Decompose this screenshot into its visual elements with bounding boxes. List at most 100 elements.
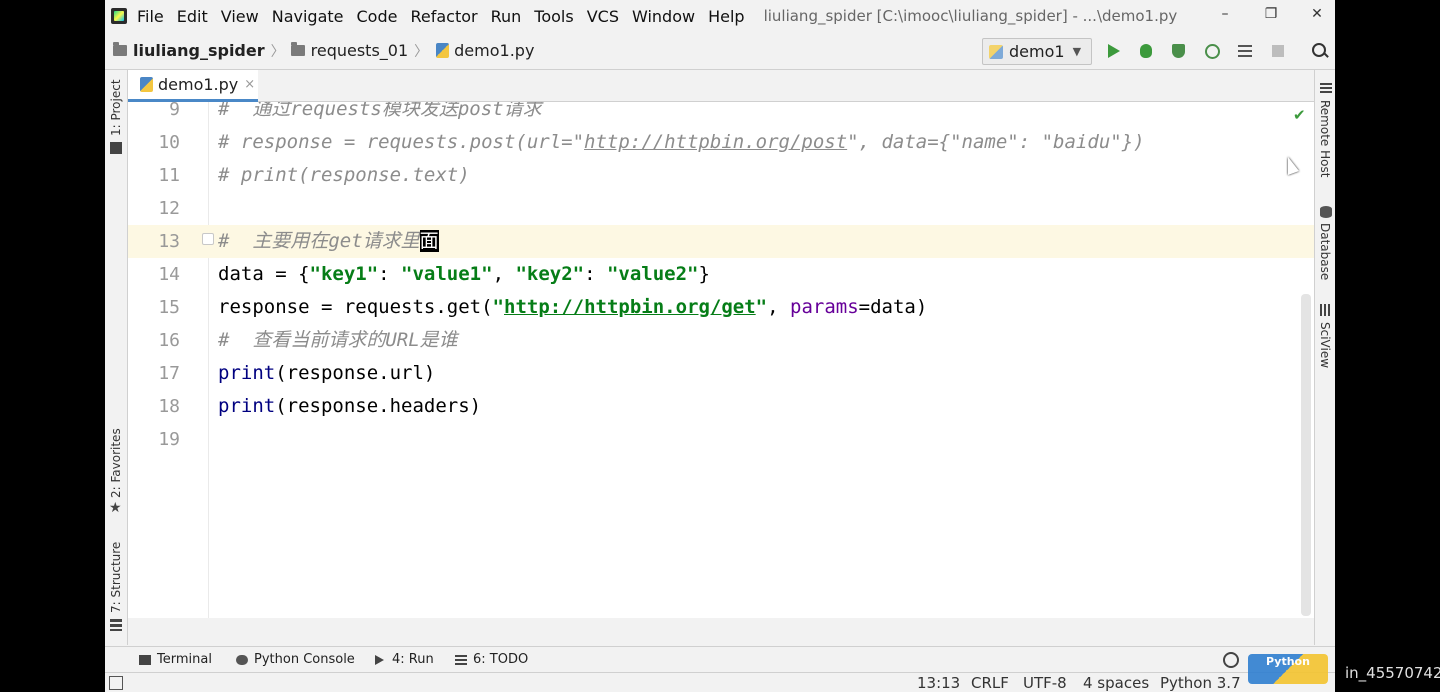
favorites-tool-tab[interactable]: 2: Favorites xyxy=(109,428,123,498)
line-number: 15 xyxy=(158,297,180,318)
code-line-9: 9 # 通过requests模块发送post请求 xyxy=(128,102,1314,126)
terminal-tab-label: Terminal xyxy=(157,652,212,667)
menu-navigate[interactable]: Navigate xyxy=(272,7,344,26)
fold-marker-icon[interactable] xyxy=(202,233,214,245)
close-icon[interactable]: × xyxy=(244,77,255,92)
menu-tools[interactable]: Tools xyxy=(534,7,573,26)
line-number: 16 xyxy=(158,330,180,351)
minimize-button[interactable]: – xyxy=(1213,4,1237,24)
code-text: # 查看当前请求的URL是谁 xyxy=(218,329,458,351)
left-tool-strip: 1: Project 2: Favorites ★ 7: Structure xyxy=(105,70,128,645)
stop-button[interactable] xyxy=(1269,42,1287,60)
line-number: 12 xyxy=(158,198,180,219)
bottom-tool-tabs: Terminal Python Console 4: Run 6: TODO xyxy=(105,646,1335,673)
sciview-tool-tab[interactable]: SciView xyxy=(1318,322,1332,368)
menu-code[interactable]: Code xyxy=(357,7,398,26)
menu-window[interactable]: Window xyxy=(632,7,695,26)
code-line-19: 19 xyxy=(128,423,1314,456)
chevron-down-icon: ▼ xyxy=(1072,45,1082,58)
remote-host-icon xyxy=(1320,83,1332,95)
chevron-right-icon: 〉 xyxy=(270,43,285,60)
structure-icon xyxy=(110,619,122,631)
folder-icon xyxy=(113,42,127,56)
code-line-13: 13 # 主要用在get请求里面 xyxy=(128,225,1314,258)
line-number: 18 xyxy=(158,396,180,417)
editor-tab-bar: demo1.py × xyxy=(128,70,1314,102)
code-line-14: 14 data = {"key1": "value1", "key2": "va… xyxy=(128,258,1314,291)
python-file-icon xyxy=(436,43,450,58)
breadcrumb-project[interactable]: liuliang_spider xyxy=(133,41,265,60)
line-number: 11 xyxy=(158,165,180,186)
menu-vcs[interactable]: VCS xyxy=(587,7,619,26)
breadcrumb-file[interactable]: demo1.py xyxy=(454,41,534,60)
tab-demo1[interactable]: demo1.py × xyxy=(128,70,258,102)
menu-edit[interactable]: Edit xyxy=(177,7,208,26)
menu-refactor[interactable]: Refactor xyxy=(410,7,477,26)
line-number: 10 xyxy=(158,132,180,153)
menu-bar: File Edit View Navigate Code Refactor Ru… xyxy=(105,0,1335,32)
breadcrumb-folder[interactable]: requests_01 xyxy=(311,41,409,60)
project-tool-tab[interactable]: 1: Project xyxy=(109,79,123,136)
caret-position[interactable]: 13:13 xyxy=(917,674,960,692)
todo-tab[interactable]: 6: TODO xyxy=(455,652,528,667)
close-window-button[interactable]: ✕ xyxy=(1305,4,1329,24)
run-with-coverage-button[interactable] xyxy=(1170,42,1188,60)
tab-label: demo1.py xyxy=(158,75,239,94)
sciview-icon xyxy=(1320,304,1332,316)
folder-icon xyxy=(290,42,305,56)
terminal-tab[interactable]: Terminal xyxy=(139,652,212,667)
code-editor[interactable]: 9 # 通过requests模块发送post请求 10 # response =… xyxy=(128,102,1314,618)
debug-button[interactable] xyxy=(1137,42,1155,60)
line-separator[interactable]: CRLF xyxy=(971,674,1009,692)
chevron-right-icon: 〉 xyxy=(414,43,429,60)
python-interpreter[interactable]: Python 3.7 xyxy=(1160,674,1241,692)
python-console-tab-label: Python Console xyxy=(254,652,355,667)
menu-help[interactable]: Help xyxy=(708,7,744,26)
python-config-icon xyxy=(989,44,1003,59)
breadcrumb: liuliang_spider 〉 requests_01 〉 demo1.py xyxy=(105,41,534,61)
search-everywhere-button[interactable] xyxy=(1311,42,1329,60)
run-tab-label: 4: Run xyxy=(392,652,434,667)
remote-host-tool-tab[interactable]: Remote Host xyxy=(1318,100,1332,177)
code-text: # 通过requests模块发送post请求 xyxy=(218,102,542,120)
restore-button[interactable]: ❐ xyxy=(1259,4,1283,24)
python-file-icon xyxy=(140,77,153,92)
inspection-ok-icon[interactable]: ✔ xyxy=(1293,106,1306,124)
right-tool-strip: Remote Host Database SciView xyxy=(1314,70,1335,645)
toggle-tool-windows-icon[interactable] xyxy=(109,676,123,690)
code-text: print(response.headers) xyxy=(218,395,482,417)
structure-tool-tab[interactable]: 7: Structure xyxy=(109,542,123,613)
line-number: 17 xyxy=(158,363,180,384)
run-button[interactable] xyxy=(1105,42,1123,60)
menu-view[interactable]: View xyxy=(221,7,259,26)
run-tab[interactable]: 4: Run xyxy=(375,652,434,667)
code-line-12: 12 xyxy=(128,192,1314,225)
database-icon xyxy=(1320,206,1332,218)
vertical-scrollbar[interactable] xyxy=(1301,294,1311,616)
todo-tab-label: 6: TODO xyxy=(473,652,529,667)
line-number: 14 xyxy=(158,264,180,285)
run-configuration-select[interactable]: demo1 ▼ xyxy=(982,38,1092,65)
python-watermark-logo: Python xyxy=(1248,654,1328,684)
line-number: 19 xyxy=(158,429,180,450)
concurrency-diagram-button[interactable] xyxy=(1236,42,1254,60)
menu-file[interactable]: File xyxy=(137,7,164,26)
python-console-tab[interactable]: Python Console xyxy=(236,652,355,667)
line-number: 9 xyxy=(169,102,180,120)
file-encoding[interactable]: UTF-8 xyxy=(1023,674,1067,692)
ide-window: File Edit View Navigate Code Refactor Ru… xyxy=(105,0,1335,692)
database-tool-tab[interactable]: Database xyxy=(1318,223,1332,280)
watermark-text: in_45570742 xyxy=(1345,664,1440,682)
profile-button[interactable] xyxy=(1203,42,1221,60)
event-log-icon[interactable] xyxy=(1223,652,1239,668)
code-line-18: 18 print(response.headers) xyxy=(128,390,1314,423)
project-folder-icon xyxy=(110,142,122,154)
indent-setting[interactable]: 4 spaces xyxy=(1083,674,1149,692)
star-icon: ★ xyxy=(109,500,122,516)
menu-run[interactable]: Run xyxy=(491,7,522,26)
code-text: # print(response.text) xyxy=(218,164,470,186)
run-configuration-label: demo1 xyxy=(1009,42,1065,61)
code-line-17: 17 print(response.url) xyxy=(128,357,1314,390)
code-line-11: 11 # print(response.text) xyxy=(128,159,1314,192)
status-bar: 13:13 CRLF UTF-8 4 spaces Python 3.7 xyxy=(105,672,1335,692)
